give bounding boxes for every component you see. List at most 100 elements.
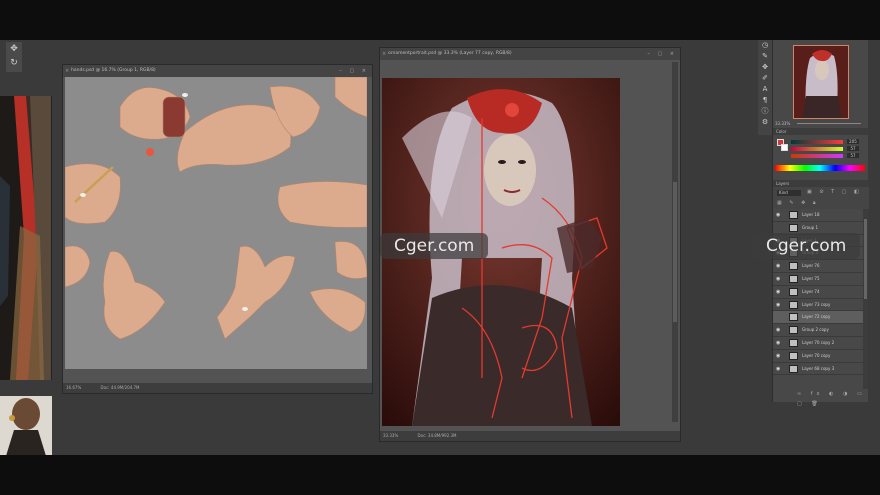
document-tab-portrait[interactable]: × ornamentportrait.psd @ 33.3% (Layer 77… (380, 48, 680, 60)
layer-row[interactable]: ◉ Layer 68 copy 3 (773, 363, 863, 376)
visibility-eye-icon[interactable]: ◉ (776, 260, 780, 272)
layer-thumbnail (789, 326, 798, 335)
visibility-eye-icon[interactable]: ◉ (776, 324, 780, 336)
layer-name: Layer 70 copy 2 (802, 339, 835, 345)
navigator-thumbnail[interactable] (793, 45, 849, 119)
layer-kind-filter[interactable]: Kind (777, 190, 801, 196)
layers-filter-bar: Kind ▣ ⊘ T ▢ ◧ ▦ ✎ ✥ 🔒︎ (773, 187, 869, 209)
visibility-eye-icon[interactable]: ◉ (776, 337, 780, 349)
visibility-eye-icon[interactable]: ◉ (776, 363, 780, 375)
green-slider[interactable] (791, 147, 843, 151)
layer-thumbnail (789, 223, 798, 232)
layer-row[interactable]: ◉ Layer 75 (773, 273, 863, 286)
scrollbar-thumb[interactable] (673, 182, 677, 322)
type-icon[interactable]: A (758, 84, 772, 95)
layer-row[interactable]: ◉ Layer 73 copy (773, 299, 863, 312)
panel-icons-strip: ◷ ✎ ✥ ✐ A ¶ ⓘ ⚙ (758, 40, 772, 135)
vertical-scrollbar[interactable] (672, 62, 678, 422)
visibility-eye-icon[interactable]: ◉ (776, 209, 780, 221)
layer-thumbnail (789, 313, 798, 322)
layer-thumbnail (789, 364, 798, 373)
hands-canvas[interactable] (65, 77, 367, 369)
layer-row[interactable]: ◉ Group 2 copy (773, 324, 863, 337)
document-window-hands[interactable]: × hands.psd @ 16.7% (Group 1, RGB/8) – ▢… (62, 64, 373, 394)
layer-thumbnail (789, 211, 798, 219)
navigator-zoom-value: 33.33% (775, 121, 791, 126)
layer-thumbnail (789, 338, 798, 347)
zoom-readout[interactable]: 33.33% (383, 433, 398, 438)
visibility-eye-icon[interactable]: ◉ (776, 286, 780, 298)
layers-panel-tab[interactable]: Layers (773, 180, 869, 187)
zoom-readout[interactable]: 16.67% (66, 385, 81, 390)
brush-icon[interactable]: ✎ (758, 51, 772, 62)
settings-icon[interactable]: ⚙ (758, 117, 772, 128)
layer-name: Group 1 (802, 224, 818, 230)
red-value[interactable]: 205 (847, 139, 859, 144)
blue-slider[interactable] (791, 154, 843, 158)
color-spectrum-ramp[interactable] (775, 165, 865, 171)
color-panel-tab[interactable]: Color (773, 128, 869, 135)
right-panels: 33.33% Color 205 57 57 Layers Kind ▣ ⊘ T… (772, 40, 869, 407)
layer-row[interactable]: ◉ Layer 76 (773, 260, 863, 273)
background-swatch[interactable] (781, 144, 788, 151)
window-controls[interactable]: – ▢ × (647, 48, 677, 60)
reference-photo-left (0, 96, 52, 380)
move-icon[interactable]: ✥ (758, 62, 772, 73)
layer-thumbnail (789, 351, 798, 360)
red-slider[interactable] (791, 140, 843, 144)
close-tab-icon[interactable]: × (382, 48, 386, 60)
letterbox-top (0, 0, 880, 40)
green-value[interactable]: 57 (847, 146, 859, 151)
close-tab-icon[interactable]: × (65, 65, 69, 77)
document-title: hands.psd @ 16.7% (Group 1, RGB/8) (71, 68, 156, 73)
document-tab-hands[interactable]: × hands.psd @ 16.7% (Group 1, RGB/8) – ▢… (63, 65, 372, 77)
layer-filter-icons[interactable]: ▣ ⊘ T ▢ ◧ (807, 189, 862, 195)
history-icon[interactable]: ◷ (758, 40, 772, 51)
lock-icons[interactable]: ▦ ✎ ✥ 🔒︎ (777, 200, 819, 206)
document-status-bar: 33.33% Doc: 34.8M/992.3M (380, 431, 680, 441)
layer-row[interactable]: ◉ Layer 74 (773, 286, 863, 299)
layers-scrollbar[interactable] (863, 209, 868, 389)
layer-name: Group 2 copy (802, 327, 829, 333)
layer-name: Layer 72 copy (802, 314, 831, 320)
layer-name: Layer 73 copy (802, 301, 831, 307)
layer-thumbnail (789, 300, 798, 309)
layer-name: Layer 75 (802, 275, 820, 281)
visibility-eye-icon[interactable]: ◉ (776, 350, 780, 362)
blue-value[interactable]: 57 (847, 153, 859, 158)
rotate-view-icon[interactable]: ↻ (6, 56, 22, 70)
move-tool-icon[interactable]: ✥ (6, 42, 22, 56)
layer-thumbnail (789, 274, 798, 283)
paragraph-icon[interactable]: ¶ (758, 95, 772, 106)
visibility-eye-icon[interactable]: ◉ (776, 273, 780, 285)
window-controls[interactable]: – ▢ × (339, 65, 369, 77)
letterbox-bottom (0, 455, 880, 495)
layer-row[interactable]: ◉ Layer 70 copy 2 (773, 337, 863, 350)
layer-name: Layer 70 copy (802, 352, 831, 358)
document-title: ornamentportrait.psd @ 33.3% (Layer 77 c… (388, 51, 512, 56)
doc-size-readout: Doc: 44.9M/204.7M (100, 385, 140, 390)
doc-size-readout: Doc: 34.8M/992.3M (417, 433, 457, 438)
photoshop-workspace: ✥ ↻ × hands.psd @ 16.7% (Group 1, RGB/8)… (0, 40, 880, 455)
layer-name: Layer 76 (802, 263, 820, 269)
brush-preset-icon[interactable]: ✐ (758, 73, 772, 84)
visibility-eye-icon[interactable]: ◉ (776, 299, 780, 311)
layer-row[interactable]: ◉ Layer 18 (773, 209, 863, 222)
info-icon[interactable]: ⓘ (758, 106, 772, 117)
layer-thumbnail (789, 287, 798, 296)
layer-row[interactable]: ◉ Layer 70 copy (773, 350, 863, 363)
reference-photo-left-bottom (0, 396, 52, 455)
tools-strip: ✥ ↻ (6, 42, 22, 72)
scrollbar-thumb[interactable] (864, 219, 867, 299)
layer-name: Layer 74 (802, 288, 820, 294)
layer-thumbnail (789, 262, 798, 271)
navigator-zoom[interactable]: 33.33% (775, 121, 867, 127)
layer-name: Layer 18 (802, 212, 820, 217)
watermark-right: Cger.com (752, 233, 861, 259)
layer-name: Layer 68 copy 3 (802, 365, 835, 371)
layers-footer-icons[interactable]: ∞ fx ◐ ◑ ▭ ▢ 🗑︎ (773, 389, 869, 407)
zoom-slider[interactable] (797, 123, 861, 124)
watermark-center: Cger.com (380, 233, 489, 259)
layer-row[interactable]: Layer 72 copy (773, 311, 863, 325)
document-status-bar: 16.67% Doc: 44.9M/204.7M (63, 383, 372, 393)
